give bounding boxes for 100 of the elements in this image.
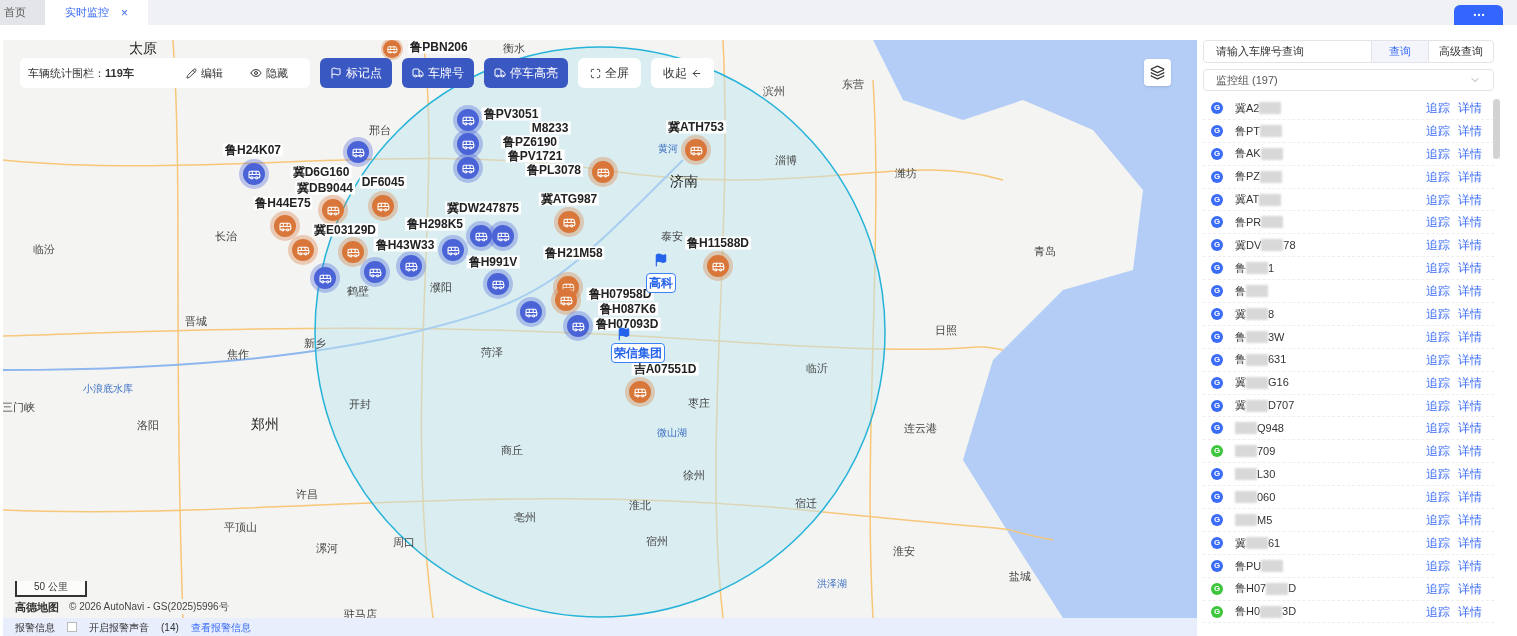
- bus-marker-icon[interactable]: [457, 157, 479, 179]
- detail-link[interactable]: 详情: [1458, 190, 1482, 209]
- detail-link[interactable]: 详情: [1458, 98, 1482, 117]
- bus-marker-icon[interactable]: [400, 255, 422, 277]
- track-link[interactable]: 追踪: [1426, 327, 1450, 346]
- fullscreen-button[interactable]: 全屏: [578, 58, 641, 88]
- bus-marker-icon[interactable]: [629, 381, 651, 403]
- track-link[interactable]: 追踪: [1426, 465, 1450, 484]
- vehicle-row[interactable]: G 冀DV 78 追踪 详情: [1203, 234, 1494, 258]
- detail-link[interactable]: 详情: [1458, 144, 1482, 163]
- hide-button[interactable]: 隐藏: [250, 64, 288, 82]
- track-link[interactable]: 追踪: [1426, 282, 1450, 301]
- detail-link[interactable]: 详情: [1458, 259, 1482, 278]
- track-link[interactable]: 追踪: [1426, 602, 1450, 621]
- detail-link[interactable]: 详情: [1458, 602, 1482, 621]
- bus-marker-icon[interactable]: [274, 215, 296, 237]
- vehicle-row[interactable]: G 鲁PR 追踪 详情: [1203, 211, 1494, 235]
- vehicle-row[interactable]: G 冀 8 追踪 详情: [1203, 303, 1494, 326]
- bus-marker-icon[interactable]: [685, 139, 707, 161]
- vehicle-row[interactable]: G 鲁PT 追踪 详情: [1203, 119, 1494, 143]
- bus-marker-icon[interactable]: [567, 315, 589, 337]
- vehicle-row[interactable]: G 鲁PZ 追踪 详情: [1203, 165, 1494, 189]
- track-link[interactable]: 追踪: [1426, 556, 1450, 575]
- search-button[interactable]: 查询: [1372, 40, 1428, 63]
- detail-link[interactable]: 详情: [1458, 213, 1482, 232]
- track-link[interactable]: 追踪: [1426, 304, 1450, 323]
- advanced-search-button[interactable]: 高级查询: [1428, 40, 1494, 63]
- bus-marker-icon[interactable]: [492, 225, 514, 247]
- vehicle-row[interactable]: G 冀 G16 追踪 详情: [1203, 371, 1494, 395]
- search-field[interactable]: 请输入车牌号查询: [1203, 40, 1372, 63]
- detail-link[interactable]: 详情: [1458, 373, 1482, 392]
- track-link[interactable]: 追踪: [1426, 167, 1450, 186]
- place-label[interactable]: 高科: [646, 273, 676, 293]
- bus-marker-icon[interactable]: [243, 163, 265, 185]
- vehicle-row[interactable]: G 709 追踪 详情: [1203, 440, 1494, 464]
- bus-marker-icon[interactable]: [470, 225, 492, 247]
- layers-button[interactable]: [1144, 59, 1171, 86]
- detail-link[interactable]: 详情: [1458, 350, 1482, 369]
- toolbar-button[interactable]: 车牌号: [402, 58, 474, 88]
- vehicle-row[interactable]: G 冀 D707 追踪 详情: [1203, 394, 1494, 418]
- bus-marker-icon[interactable]: [442, 239, 464, 261]
- bus-marker-icon[interactable]: [322, 199, 344, 221]
- vehicle-row[interactable]: G 鲁H07 D 追踪 详情: [1203, 577, 1494, 601]
- bus-marker-icon[interactable]: [342, 241, 364, 263]
- vehicle-row[interactable]: G 冀AT 追踪 详情: [1203, 188, 1494, 212]
- edit-button[interactable]: 编辑: [186, 64, 250, 82]
- track-link[interactable]: 追踪: [1426, 190, 1450, 209]
- bus-marker-icon[interactable]: [487, 273, 509, 295]
- more-button[interactable]: [1454, 5, 1503, 25]
- collapse-button[interactable]: 收起: [651, 58, 714, 88]
- detail-link[interactable]: 详情: [1458, 327, 1482, 346]
- track-link[interactable]: 追踪: [1426, 579, 1450, 598]
- vehicle-row[interactable]: G 冀 61 追踪 详情: [1203, 531, 1494, 555]
- track-link[interactable]: 追踪: [1426, 98, 1450, 117]
- vehicle-row[interactable]: G 鲁 631 追踪 详情: [1203, 348, 1494, 372]
- vehicle-row[interactable]: G M5 追踪 详情: [1203, 509, 1494, 532]
- tab[interactable]: 首页: [0, 0, 45, 25]
- bus-marker-icon[interactable]: [592, 161, 614, 183]
- group-select[interactable]: 监控组 (197): [1203, 69, 1494, 91]
- toolbar-button[interactable]: 标记点: [320, 58, 392, 88]
- vehicle-row[interactable]: G 鲁 追踪 详情: [1203, 280, 1494, 303]
- detail-link[interactable]: 详情: [1458, 304, 1482, 323]
- bus-marker-icon[interactable]: [707, 255, 729, 277]
- bus-marker-icon[interactable]: [457, 133, 479, 155]
- detail-link[interactable]: 详情: [1458, 396, 1482, 415]
- bus-marker-icon[interactable]: [314, 267, 336, 289]
- track-link[interactable]: 追踪: [1426, 144, 1450, 163]
- track-link[interactable]: 追踪: [1426, 213, 1450, 232]
- track-link[interactable]: 追踪: [1426, 259, 1450, 278]
- detail-link[interactable]: 详情: [1458, 121, 1482, 140]
- detail-link[interactable]: 详情: [1458, 579, 1482, 598]
- vehicle-row[interactable]: G L30 追踪 详情: [1203, 463, 1494, 487]
- vehicle-row[interactable]: G 鲁 3W 追踪 详情: [1203, 325, 1494, 349]
- track-link[interactable]: 追踪: [1426, 121, 1450, 140]
- detail-link[interactable]: 详情: [1458, 419, 1482, 438]
- detail-link[interactable]: 详情: [1458, 167, 1482, 186]
- place-label[interactable]: 荣信集团: [611, 343, 665, 363]
- bus-marker-icon[interactable]: [457, 109, 479, 131]
- bus-marker-icon[interactable]: [372, 195, 394, 217]
- detail-link[interactable]: 详情: [1458, 488, 1482, 507]
- track-link[interactable]: 追踪: [1426, 373, 1450, 392]
- track-link[interactable]: 追踪: [1426, 442, 1450, 461]
- bus-marker-icon[interactable]: [292, 239, 314, 261]
- alarm-link[interactable]: 查看报警信息: [190, 619, 251, 635]
- detail-link[interactable]: 详情: [1458, 533, 1482, 552]
- bus-marker-icon[interactable]: [555, 289, 577, 311]
- detail-link[interactable]: 详情: [1458, 465, 1482, 484]
- detail-link[interactable]: 详情: [1458, 556, 1482, 575]
- vehicle-row[interactable]: G 060 追踪 详情: [1203, 486, 1494, 510]
- track-link[interactable]: 追踪: [1426, 396, 1450, 415]
- detail-link[interactable]: 详情: [1458, 510, 1482, 529]
- bus-marker-icon[interactable]: [558, 211, 580, 233]
- vehicle-row[interactable]: G 冀A2 追踪 详情: [1203, 97, 1494, 120]
- track-link[interactable]: 追踪: [1426, 350, 1450, 369]
- sound-checkbox[interactable]: [67, 622, 77, 632]
- bus-marker-icon[interactable]: [364, 261, 386, 283]
- vehicle-row[interactable]: G 鲁H0 3D 追踪 详情: [1203, 600, 1494, 624]
- track-link[interactable]: 追踪: [1426, 419, 1450, 438]
- close-icon[interactable]: ×: [121, 3, 128, 22]
- detail-link[interactable]: 详情: [1458, 236, 1482, 255]
